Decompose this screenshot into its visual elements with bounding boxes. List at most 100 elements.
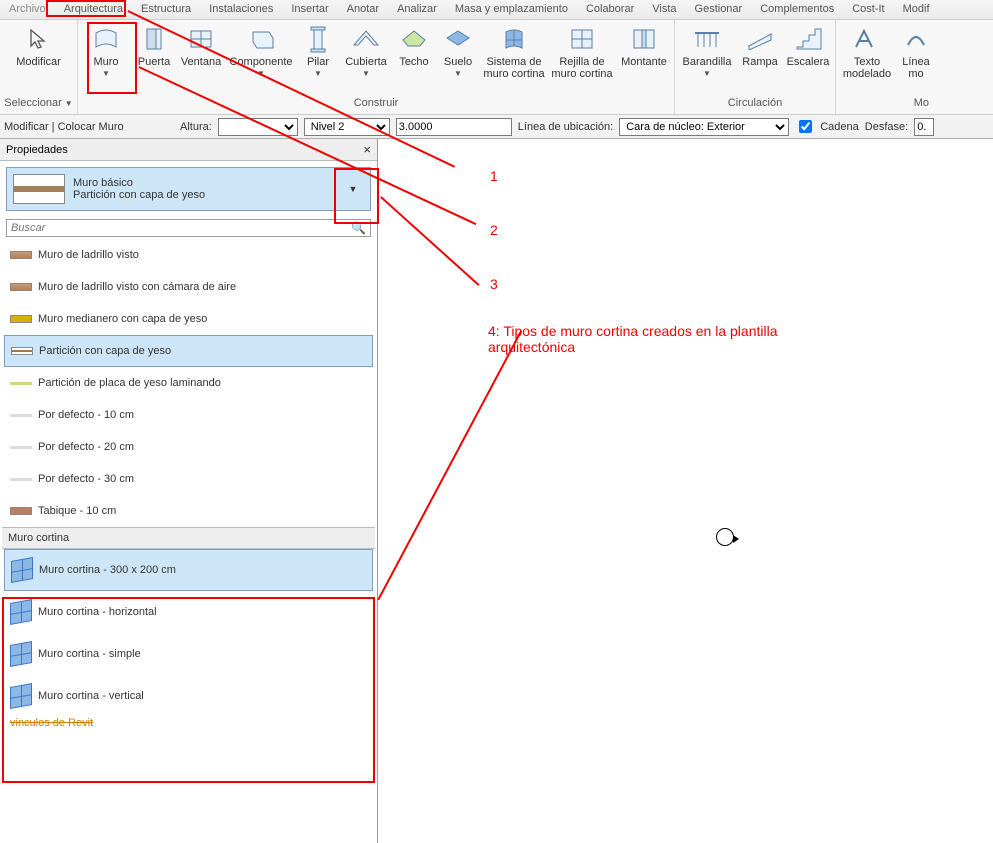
properties-title: Propiedades (6, 144, 68, 156)
list-item[interactable]: Muro medianero con capa de yeso (2, 303, 375, 335)
menu-bar: Archivo Arquitectura Estructura Instalac… (0, 0, 993, 20)
ceiling-icon (399, 24, 429, 54)
ribbon-group-select: Modificar Seleccionar▼ (0, 20, 78, 114)
search-input[interactable] (11, 222, 351, 234)
mullion-button[interactable]: Montante (619, 24, 669, 68)
tab-vista[interactable]: Vista (643, 0, 685, 19)
door-button[interactable]: Puerta (135, 24, 173, 68)
properties-panel: Propiedades × Muro básico Partición con … (0, 139, 378, 843)
offset-input[interactable] (914, 118, 934, 136)
tab-instalaciones[interactable]: Instalaciones (200, 0, 282, 19)
close-icon[interactable]: × (363, 142, 371, 157)
wall-swatch-icon (10, 315, 32, 323)
location-line-select[interactable]: Cara de núcleo: Exterior (619, 118, 789, 136)
chain-checkbox[interactable] (799, 120, 812, 133)
offset-label: Desfase: (865, 121, 908, 133)
window-button[interactable]: Ventana (179, 24, 223, 68)
height-value-input[interactable] (396, 118, 512, 136)
stair-button[interactable]: Escalera (786, 24, 830, 68)
properties-titlebar: Propiedades × (0, 139, 377, 161)
tab-estructura[interactable]: Estructura (132, 0, 200, 19)
type-selector[interactable]: Muro básico Partición con capa de yeso ▼ (6, 167, 371, 211)
tab-gestionar[interactable]: Gestionar (686, 0, 752, 19)
annotation-text-1: 1 (490, 168, 498, 184)
list-item[interactable]: Partición con capa de yeso (4, 335, 373, 367)
tab-arquitectura[interactable]: Arquitectura (55, 0, 132, 19)
wall-swatch-icon (10, 507, 32, 515)
model-line-icon (901, 24, 931, 54)
wall-swatch-icon (10, 382, 32, 385)
type-swatch (13, 174, 65, 204)
roof-button[interactable]: Cubierta▼ (343, 24, 389, 77)
ramp-icon (745, 24, 775, 54)
curtain-wall-icon (10, 641, 32, 667)
model-line-button[interactable]: Línea mo (899, 24, 933, 80)
tab-modificar[interactable]: Modif (894, 0, 939, 19)
tab-costit[interactable]: Cost-It (843, 0, 893, 19)
location-line-label: Línea de ubicación: (518, 121, 613, 133)
floor-icon (443, 24, 473, 54)
tab-insertar[interactable]: Insertar (282, 0, 337, 19)
ramp-button[interactable]: Rampa (740, 24, 780, 68)
curtain-grid-button[interactable]: Rejilla de muro cortina (551, 24, 613, 80)
curtain-wall-icon (10, 683, 32, 709)
railing-icon (692, 24, 722, 54)
model-text-button[interactable]: Texto modelado (841, 24, 893, 80)
list-item[interactable]: Partición de placa de yeso laminando (2, 367, 375, 399)
ribbon-group-build: Muro▼ Puerta Ventana Componente▼ Pilar▼ … (78, 20, 675, 114)
wall-swatch-icon (10, 251, 32, 259)
curtain-grid-icon (567, 24, 597, 54)
wall-icon (91, 24, 121, 54)
chevron-down-icon[interactable]: ▼ (342, 184, 364, 194)
floor-button[interactable]: Suelo▼ (439, 24, 477, 77)
stair-icon (793, 24, 823, 54)
tab-complementos[interactable]: Complementos (751, 0, 843, 19)
list-item[interactable]: Muro cortina - simple (2, 633, 375, 675)
list-item[interactable]: Por defecto - 20 cm (2, 431, 375, 463)
annotation-text-4: 4: Tipos de muro cortina creados en la p… (488, 323, 798, 355)
height-label: Altura: (180, 121, 212, 133)
railing-button[interactable]: Barandilla▼ (680, 24, 734, 77)
component-button[interactable]: Componente▼ (229, 24, 293, 77)
list-item[interactable]: Por defecto - 30 cm (2, 463, 375, 495)
type-family-label: Muro básico (73, 177, 334, 189)
annotation-text-2: 2 (490, 222, 498, 238)
ceiling-button[interactable]: Techo (395, 24, 433, 68)
column-button[interactable]: Pilar▼ (299, 24, 337, 77)
height-mode-select[interactable] (218, 118, 298, 136)
tab-masa[interactable]: Masa y emplazamiento (446, 0, 577, 19)
wall-swatch-icon (10, 478, 32, 481)
wall-swatch-icon (10, 414, 32, 417)
list-item[interactable]: Tabique - 10 cm (2, 495, 375, 527)
list-item[interactable]: Muro de ladrillo visto (2, 239, 375, 271)
wall-button[interactable]: Muro▼ (83, 24, 129, 77)
list-item[interactable]: Muro cortina - vertical (2, 675, 375, 717)
modify-button[interactable]: Modificar (9, 24, 69, 68)
list-item[interactable]: Muro de ladrillo visto con cámara de air… (2, 271, 375, 303)
curtain-system-button[interactable]: Sistema de muro cortina (483, 24, 545, 80)
level-select[interactable]: Nivel 2 (304, 118, 390, 136)
chain-label[interactable]: Cadena (820, 121, 859, 133)
wall-swatch-icon (10, 283, 32, 291)
tab-analizar[interactable]: Analizar (388, 0, 446, 19)
model-panel-label: Mo (841, 95, 933, 112)
context-label: Modificar | Colocar Muro (4, 121, 174, 133)
build-panel-label: Construir (83, 95, 669, 112)
list-item[interactable]: Muro cortina - horizontal (2, 591, 375, 633)
select-panel-label[interactable]: Seleccionar▼ (0, 95, 79, 112)
window-icon (186, 24, 216, 54)
search-icon[interactable]: 🔍 (351, 221, 366, 235)
circulation-panel-label: Circulación (680, 95, 830, 112)
list-item[interactable]: Muro cortina - 300 x 200 cm (4, 549, 373, 591)
tab-colaborar[interactable]: Colaborar (577, 0, 643, 19)
cursor-icon (24, 24, 54, 54)
drawing-cursor-icon (716, 528, 734, 546)
tab-anotar[interactable]: Anotar (338, 0, 388, 19)
tab-archivo[interactable]: Archivo (0, 0, 55, 19)
list-item[interactable]: Por defecto - 10 cm (2, 399, 375, 431)
wall-swatch-icon (10, 446, 32, 449)
component-icon (246, 24, 276, 54)
drawing-canvas[interactable] (378, 139, 993, 843)
type-selector-text: Muro básico Partición con capa de yeso (73, 177, 334, 201)
type-list[interactable]: Muro de ladrillo visto Muro de ladrillo … (2, 239, 375, 843)
